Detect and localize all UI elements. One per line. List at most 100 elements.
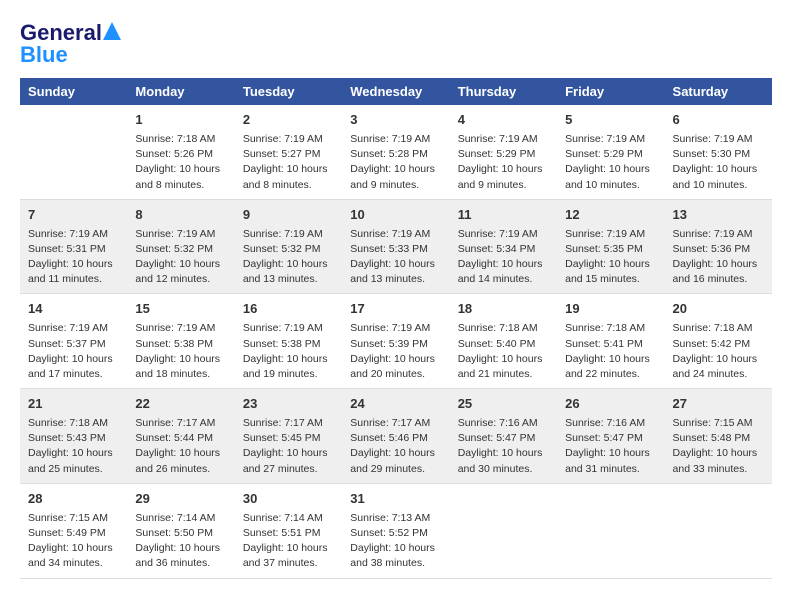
day-number: 27 xyxy=(673,395,764,414)
calendar-header-row: SundayMondayTuesdayWednesdayThursdayFrid… xyxy=(20,78,772,105)
week-row-2: 7Sunrise: 7:19 AM Sunset: 5:31 PM Daylig… xyxy=(20,199,772,294)
calendar-cell: 21 Sunrise: 7:18 AM Sunset: 5:43 PM Dayli… xyxy=(20,389,127,484)
calendar-cell: 22 Sunrise: 7:17 AM Sunset: 5:44 PM Dayli… xyxy=(127,389,234,484)
column-header-wednesday: Wednesday xyxy=(342,78,449,105)
calendar-cell: 15 Sunrise: 7:19 AM Sunset: 5:38 PM Dayli… xyxy=(127,294,234,389)
calendar-cell: 29 Sunrise: 7:14 AM Sunset: 5:50 PM Dayli… xyxy=(127,483,234,578)
calendar-cell: 14 Sunrise: 7:19 AM Sunset: 5:37 PM Dayli… xyxy=(20,294,127,389)
logo-blue: Blue xyxy=(20,42,68,68)
column-header-tuesday: Tuesday xyxy=(235,78,342,105)
day-info: Sunrise: 7:18 AM Sunset: 5:41 PM Dayligh… xyxy=(565,321,656,382)
day-info: Sunrise: 7:19 AM Sunset: 5:37 PM Dayligh… xyxy=(28,321,119,382)
calendar-cell: 13 Sunrise: 7:19 AM Sunset: 5:36 PM Dayli… xyxy=(665,199,772,294)
calendar-cell: 11 Sunrise: 7:19 AM Sunset: 5:34 PM Dayli… xyxy=(450,199,557,294)
column-header-sunday: Sunday xyxy=(20,78,127,105)
day-info: Sunrise: 7:16 AM Sunset: 5:47 PM Dayligh… xyxy=(458,416,549,477)
day-number: 26 xyxy=(565,395,656,414)
day-info: Sunrise: 7:19 AM Sunset: 5:27 PM Dayligh… xyxy=(243,132,334,193)
day-info: Sunrise: 7:19 AM Sunset: 5:34 PM Dayligh… xyxy=(458,227,549,288)
calendar-cell xyxy=(20,105,127,199)
day-number: 22 xyxy=(135,395,226,414)
day-info: Sunrise: 7:19 AM Sunset: 5:29 PM Dayligh… xyxy=(565,132,656,193)
logo: General Blue xyxy=(20,20,121,68)
calendar-cell: 30Sunrise: 7:14 AM Sunset: 5:51 PM Dayli… xyxy=(235,483,342,578)
calendar-cell: 25 Sunrise: 7:16 AM Sunset: 5:47 PM Dayli… xyxy=(450,389,557,484)
logo-triangle-icon xyxy=(103,22,121,40)
calendar-cell: 1 Sunrise: 7:18 AM Sunset: 5:26 PM Daylig… xyxy=(127,105,234,199)
day-number: 16 xyxy=(243,300,334,319)
calendar-table: SundayMondayTuesdayWednesdayThursdayFrid… xyxy=(20,78,772,579)
week-row-3: 14 Sunrise: 7:19 AM Sunset: 5:37 PM Dayli… xyxy=(20,294,772,389)
calendar-cell xyxy=(450,483,557,578)
day-info: Sunrise: 7:17 AM Sunset: 5:46 PM Dayligh… xyxy=(350,416,441,477)
day-info: Sunrise: 7:19 AM Sunset: 5:28 PM Dayligh… xyxy=(350,132,441,193)
calendar-cell xyxy=(557,483,664,578)
column-header-saturday: Saturday xyxy=(665,78,772,105)
calendar-cell: 28 Sunrise: 7:15 AM Sunset: 5:49 PM Dayli… xyxy=(20,483,127,578)
day-number: 7 xyxy=(28,206,119,225)
calendar-cell xyxy=(665,483,772,578)
day-number: 10 xyxy=(350,206,441,225)
day-number: 8 xyxy=(135,206,226,225)
calendar-cell: 3Sunrise: 7:19 AM Sunset: 5:28 PM Daylig… xyxy=(342,105,449,199)
day-info: Sunrise: 7:13 AM Sunset: 5:52 PM Dayligh… xyxy=(350,511,441,572)
calendar-cell: 24 Sunrise: 7:17 AM Sunset: 5:46 PM Dayli… xyxy=(342,389,449,484)
day-number: 5 xyxy=(565,111,656,130)
day-info: Sunrise: 7:19 AM Sunset: 5:30 PM Dayligh… xyxy=(673,132,764,193)
day-info: Sunrise: 7:14 AM Sunset: 5:51 PM Dayligh… xyxy=(243,511,334,572)
calendar-cell: 16 Sunrise: 7:19 AM Sunset: 5:38 PM Dayli… xyxy=(235,294,342,389)
day-number: 20 xyxy=(673,300,764,319)
calendar-cell: 9 Sunrise: 7:19 AM Sunset: 5:32 PM Daylig… xyxy=(235,199,342,294)
day-info: Sunrise: 7:17 AM Sunset: 5:44 PM Dayligh… xyxy=(135,416,226,477)
day-number: 11 xyxy=(458,206,549,225)
calendar-cell: 7Sunrise: 7:19 AM Sunset: 5:31 PM Daylig… xyxy=(20,199,127,294)
calendar-cell: 4 Sunrise: 7:19 AM Sunset: 5:29 PM Daylig… xyxy=(450,105,557,199)
day-number: 9 xyxy=(243,206,334,225)
day-info: Sunrise: 7:15 AM Sunset: 5:48 PM Dayligh… xyxy=(673,416,764,477)
day-info: Sunrise: 7:14 AM Sunset: 5:50 PM Dayligh… xyxy=(135,511,226,572)
calendar-cell: 2 Sunrise: 7:19 AM Sunset: 5:27 PM Daylig… xyxy=(235,105,342,199)
day-info: Sunrise: 7:18 AM Sunset: 5:43 PM Dayligh… xyxy=(28,416,119,477)
calendar-cell: 8Sunrise: 7:19 AM Sunset: 5:32 PM Daylig… xyxy=(127,199,234,294)
day-number: 18 xyxy=(458,300,549,319)
day-number: 1 xyxy=(135,111,226,130)
day-info: Sunrise: 7:15 AM Sunset: 5:49 PM Dayligh… xyxy=(28,511,119,572)
calendar-cell: 6Sunrise: 7:19 AM Sunset: 5:30 PM Daylig… xyxy=(665,105,772,199)
day-number: 24 xyxy=(350,395,441,414)
day-info: Sunrise: 7:19 AM Sunset: 5:35 PM Dayligh… xyxy=(565,227,656,288)
day-number: 15 xyxy=(135,300,226,319)
calendar-cell: 10 Sunrise: 7:19 AM Sunset: 5:33 PM Dayli… xyxy=(342,199,449,294)
day-info: Sunrise: 7:19 AM Sunset: 5:29 PM Dayligh… xyxy=(458,132,549,193)
day-number: 12 xyxy=(565,206,656,225)
day-info: Sunrise: 7:19 AM Sunset: 5:38 PM Dayligh… xyxy=(135,321,226,382)
calendar-cell: 23Sunrise: 7:17 AM Sunset: 5:45 PM Dayli… xyxy=(235,389,342,484)
calendar-cell: 18 Sunrise: 7:18 AM Sunset: 5:40 PM Dayli… xyxy=(450,294,557,389)
day-info: Sunrise: 7:19 AM Sunset: 5:38 PM Dayligh… xyxy=(243,321,334,382)
calendar-cell: 27 Sunrise: 7:15 AM Sunset: 5:48 PM Dayli… xyxy=(665,389,772,484)
calendar-cell: 12 Sunrise: 7:19 AM Sunset: 5:35 PM Dayli… xyxy=(557,199,664,294)
day-number: 21 xyxy=(28,395,119,414)
day-number: 2 xyxy=(243,111,334,130)
day-info: Sunrise: 7:16 AM Sunset: 5:47 PM Dayligh… xyxy=(565,416,656,477)
day-number: 14 xyxy=(28,300,119,319)
calendar-cell: 5 Sunrise: 7:19 AM Sunset: 5:29 PM Daylig… xyxy=(557,105,664,199)
day-info: Sunrise: 7:19 AM Sunset: 5:36 PM Dayligh… xyxy=(673,227,764,288)
day-info: Sunrise: 7:19 AM Sunset: 5:33 PM Dayligh… xyxy=(350,227,441,288)
day-number: 25 xyxy=(458,395,549,414)
day-number: 23 xyxy=(243,395,334,414)
day-info: Sunrise: 7:18 AM Sunset: 5:26 PM Dayligh… xyxy=(135,132,226,193)
calendar-cell: 31Sunrise: 7:13 AM Sunset: 5:52 PM Dayli… xyxy=(342,483,449,578)
day-number: 28 xyxy=(28,490,119,509)
day-number: 19 xyxy=(565,300,656,319)
day-number: 13 xyxy=(673,206,764,225)
day-info: Sunrise: 7:18 AM Sunset: 5:40 PM Dayligh… xyxy=(458,321,549,382)
day-number: 29 xyxy=(135,490,226,509)
day-info: Sunrise: 7:19 AM Sunset: 5:32 PM Dayligh… xyxy=(243,227,334,288)
page-header: General Blue xyxy=(20,20,772,68)
column-header-monday: Monday xyxy=(127,78,234,105)
calendar-cell: 19 Sunrise: 7:18 AM Sunset: 5:41 PM Dayli… xyxy=(557,294,664,389)
day-number: 17 xyxy=(350,300,441,319)
week-row-1: 1 Sunrise: 7:18 AM Sunset: 5:26 PM Daylig… xyxy=(20,105,772,199)
day-number: 4 xyxy=(458,111,549,130)
day-info: Sunrise: 7:19 AM Sunset: 5:39 PM Dayligh… xyxy=(350,321,441,382)
